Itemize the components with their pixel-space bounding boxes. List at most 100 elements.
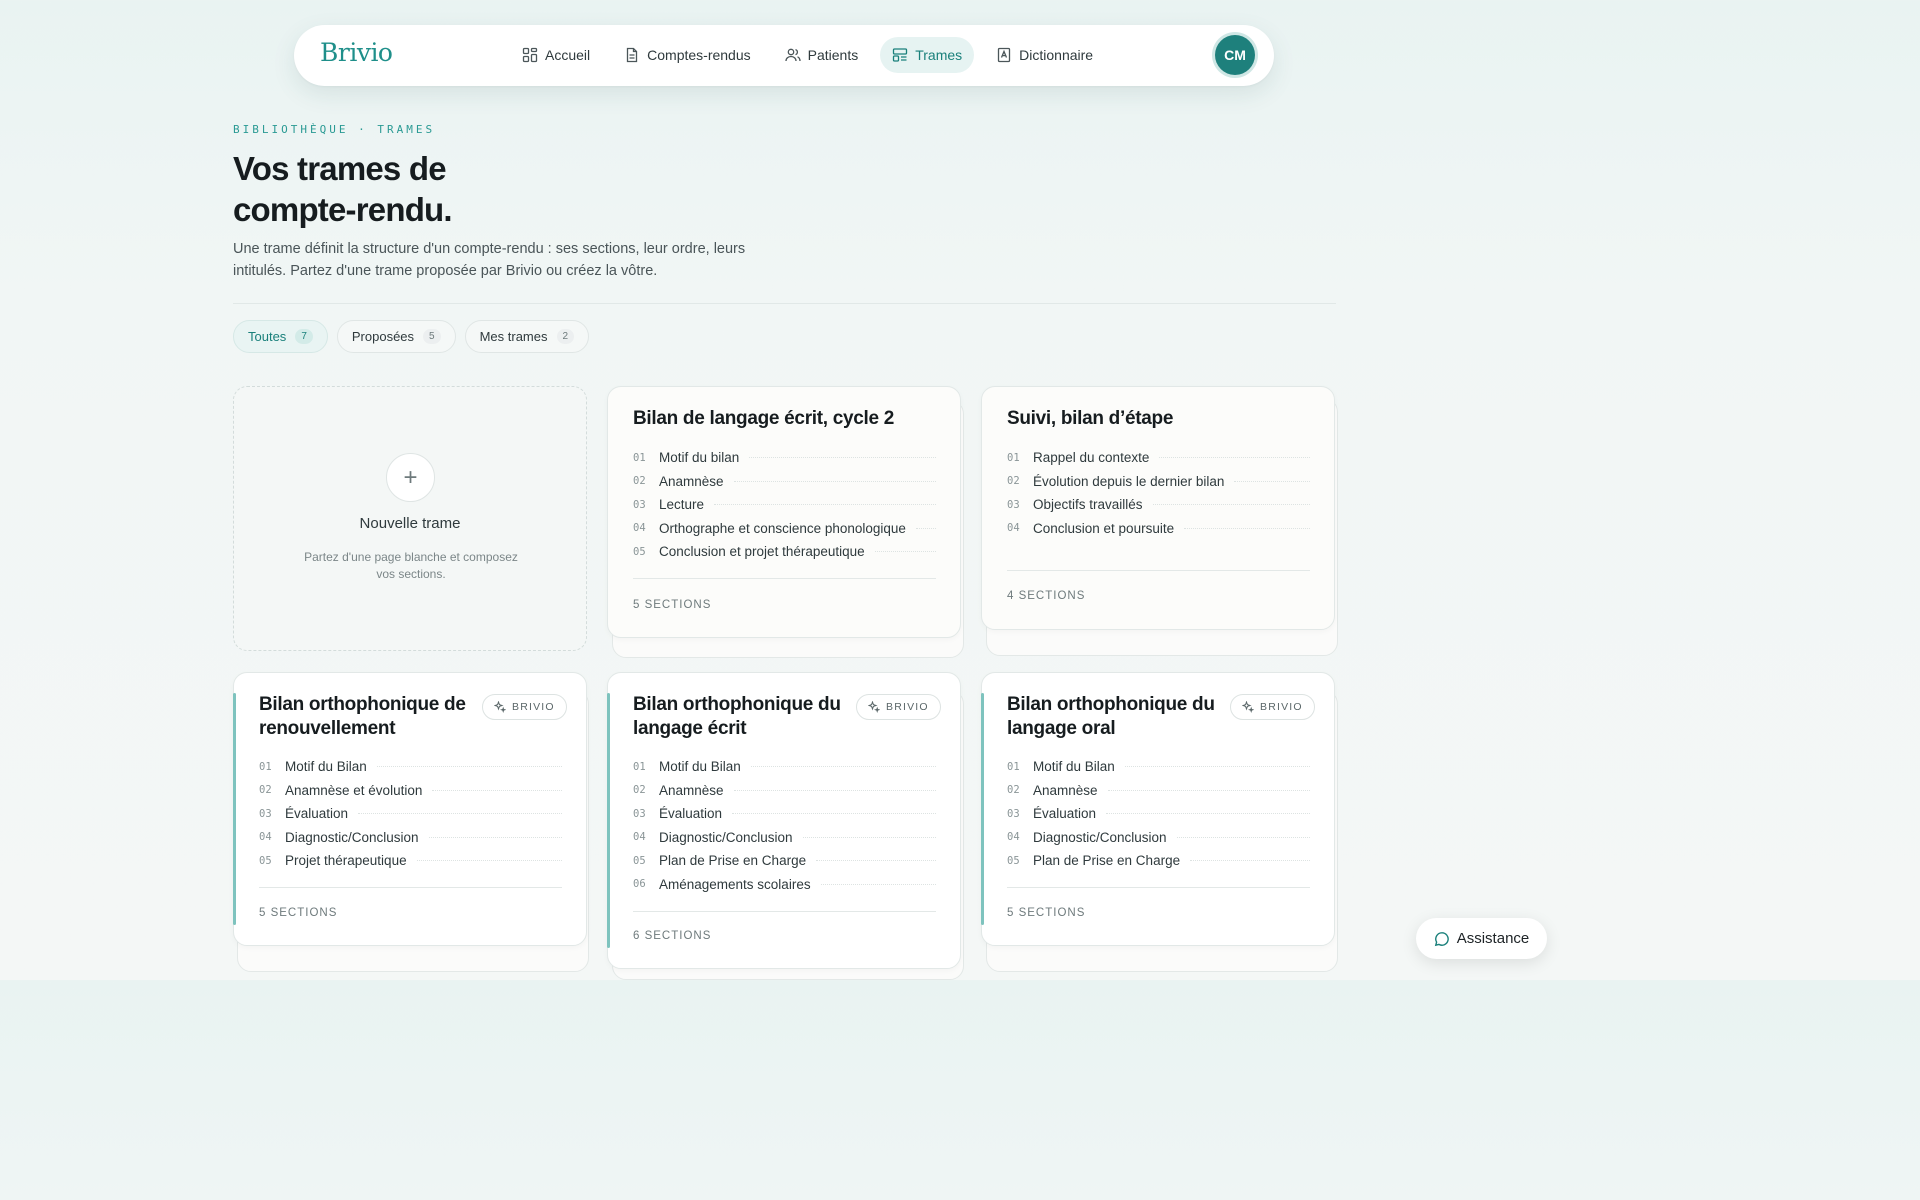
section-item: 04 Diagnostic/Conclusion (259, 826, 562, 850)
section-leader (1184, 527, 1310, 529)
nav-item-patients[interactable]: Patients (773, 37, 871, 73)
chat-bubble-icon (1434, 931, 1449, 946)
nav-item-comptes-rendus[interactable]: Comptes-rendus (612, 37, 763, 73)
nav-item-label: Accueil (545, 47, 591, 63)
section-item: 04 Diagnostic/Conclusion (633, 826, 936, 850)
section-label: Motif du Bilan (1033, 759, 1115, 775)
nav-links: Accueil Comptes-rendus Patients Trames D… (510, 37, 1105, 73)
section-number: 04 (633, 831, 646, 844)
section-label: Projet thérapeutique (285, 853, 407, 869)
section-number: 03 (1007, 807, 1020, 820)
filter-proposees[interactable]: Proposées 5 (336, 320, 456, 353)
section-label: Plan de Prise en Charge (1033, 853, 1181, 869)
section-number: 01 (259, 760, 272, 773)
section-label: Anamnèse (1033, 782, 1098, 798)
template-card[interactable]: Bilan de langage écrit, cycle 2 01 Motif … (607, 386, 961, 638)
card-accent-bar (607, 693, 610, 948)
section-label: Diagnostic/Conclusion (1033, 829, 1167, 845)
nav-item-accueil[interactable]: Accueil (510, 37, 602, 73)
section-number: 02 (633, 784, 646, 797)
section-number: 02 (1007, 784, 1020, 797)
section-leader (1124, 766, 1310, 768)
grid-icon (522, 47, 538, 63)
section-item: 03 Objectifs travaillés (1007, 493, 1310, 517)
section-list: 01 Rappel du contexte 02 Évolution depuis … (1007, 446, 1310, 540)
nav-item-label: Trames (915, 47, 963, 63)
section-label: Évaluation (285, 806, 349, 822)
page-subtitle: Une trame définit la structure d'un comp… (233, 241, 746, 279)
assistance-button[interactable]: Assistance (1416, 918, 1547, 959)
template-card[interactable]: Bilan orthophonique du langage écrit BRI… (607, 672, 961, 969)
section-number: 04 (1007, 831, 1020, 844)
nav-item-label: Comptes-rendus (647, 47, 751, 63)
badge-label: BRIVIO (512, 701, 555, 713)
section-label: Conclusion et projet thérapeutique (659, 544, 865, 560)
section-item: 04 Diagnostic/Conclusion (1007, 826, 1310, 850)
section-label: Aménagements scolaires (659, 876, 811, 892)
filter-count: 7 (295, 329, 313, 344)
filter-mes-trames[interactable]: Mes trames 2 (464, 320, 590, 353)
sparkle-icon (1242, 701, 1254, 713)
section-item: 02 Anamnèse et évolution (259, 779, 562, 803)
section-leader (802, 836, 936, 838)
card-divider (1007, 570, 1310, 571)
section-leader (428, 836, 562, 838)
brivio-badge: BRIVIO (1230, 694, 1315, 720)
section-item: 05 Projet thérapeutique (259, 849, 562, 873)
section-item: 02 Évolution depuis le dernier bilan (1007, 470, 1310, 494)
section-item: 01 Motif du bilan (633, 446, 936, 470)
badge-label: BRIVIO (1260, 701, 1303, 713)
section-number: 01 (1007, 760, 1020, 773)
section-label: Anamnèse (659, 473, 724, 489)
section-item: 01 Motif du Bilan (259, 755, 562, 779)
book-icon (998, 47, 1011, 63)
section-number: 05 (633, 545, 646, 558)
template-card[interactable]: Bilan orthophonique de renouvellement BR… (233, 672, 587, 946)
brivio-badge: BRIVIO (482, 694, 567, 720)
section-item: 01 Motif du Bilan (633, 755, 936, 779)
section-item: 05 Plan de Prise en Charge (633, 849, 936, 873)
section-label: Objectifs travaillés (1033, 497, 1143, 513)
section-count: 5 SECTIONS (633, 599, 712, 611)
template-title: Bilan de langage écrit, cycle 2 (633, 408, 895, 429)
section-label: Motif du Bilan (659, 759, 741, 775)
template-card[interactable]: Suivi, bilan d’étape 01 Rappel du context… (981, 386, 1335, 630)
section-label: Évaluation (659, 806, 723, 822)
nav-item-trames[interactable]: Trames (880, 37, 975, 73)
section-item: 04 Conclusion et poursuite (1007, 517, 1310, 541)
template-title: Suivi, bilan d’étape (1007, 408, 1174, 429)
section-count: 5 SECTIONS (259, 907, 338, 919)
section-item: 03 Évaluation (259, 802, 562, 826)
template-card[interactable]: Bilan orthophonique du langage oral BRIV… (981, 672, 1335, 946)
section-item: 03 Lecture (633, 493, 936, 517)
section-item: 05 Plan de Prise en Charge (1007, 849, 1310, 873)
document-icon (626, 47, 638, 63)
brand-logo[interactable]: Brivio (320, 38, 393, 67)
avatar[interactable]: CM (1215, 35, 1255, 75)
filter-toutes[interactable]: Toutes 7 (233, 320, 328, 353)
brivio-badge: BRIVIO (856, 694, 941, 720)
section-list: 01 Motif du Bilan 02 Anamnèse 03 Évaluation… (633, 755, 936, 896)
page-title: Vos trames de compte-rendu. (233, 148, 653, 230)
section-number: 05 (1007, 854, 1020, 867)
section-label: Diagnostic/Conclusion (285, 829, 419, 845)
section-label: Orthographe et conscience phonologique (659, 520, 906, 536)
template-title: Bilan orthophonique du langage oral (1007, 694, 1215, 739)
card-accent-bar (233, 693, 236, 925)
section-number: 01 (1007, 451, 1020, 464)
template-icon (893, 48, 908, 62)
section-number: 06 (633, 878, 646, 891)
section-leader (733, 789, 936, 791)
badge-label: BRIVIO (886, 701, 929, 713)
nav-item-label: Patients (807, 47, 859, 63)
section-item: 03 Évaluation (1007, 802, 1310, 826)
section-item: 05 Conclusion et projet thérapeutique (633, 540, 936, 564)
new-template-card[interactable]: + Nouvelle trame Partez d'une page blanc… (233, 386, 587, 651)
section-label: Rappel du contexte (1033, 450, 1150, 466)
section-leader (1107, 789, 1310, 791)
section-label: Anamnèse et évolution (285, 782, 423, 798)
section-label: Évaluation (1033, 806, 1097, 822)
nav-item-dictionnaire[interactable]: Dictionnaire (984, 37, 1105, 73)
section-leader (820, 883, 936, 885)
section-label: Diagnostic/Conclusion (659, 829, 793, 845)
